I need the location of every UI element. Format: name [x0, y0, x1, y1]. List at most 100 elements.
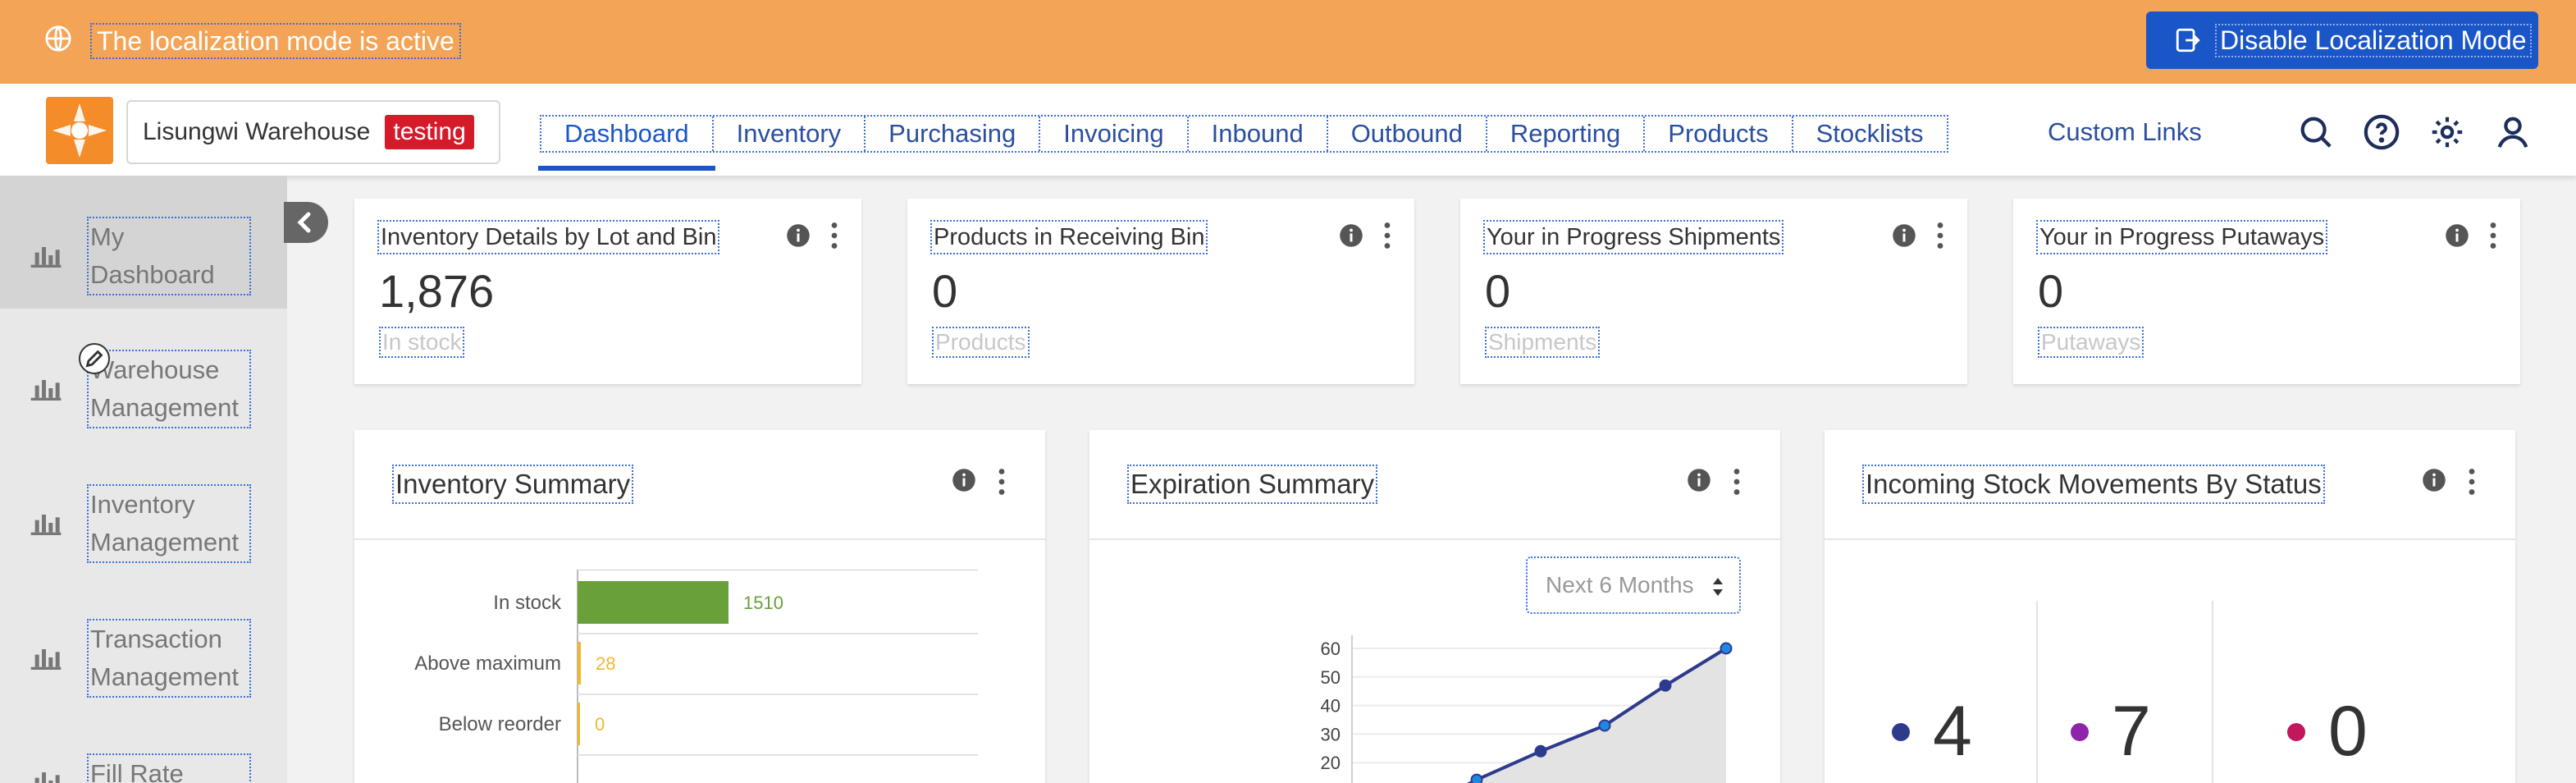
stat-card-shipments[interactable]: Your in Progress Shipments 0 Shipments — [1460, 199, 1967, 384]
kebab-menu-icon[interactable] — [1934, 222, 1946, 250]
tab-inventory[interactable]: Inventory — [714, 117, 866, 151]
bar-value-label: 0 — [595, 714, 605, 735]
status-dot — [2287, 722, 2305, 741]
info-icon[interactable] — [2445, 223, 2469, 248]
y-tick-label: 30 — [1321, 724, 1341, 744]
data-point — [1659, 679, 1672, 692]
kebab-menu-icon[interactable] — [2466, 468, 2478, 496]
kebab-menu-icon[interactable] — [1731, 468, 1742, 496]
bar-category-label: Above maximum — [414, 652, 561, 675]
status-count[interactable]: 4 — [1892, 691, 1972, 772]
stat-title: Your in Progress Putaways — [2036, 220, 2328, 254]
disable-localization-label: Disable Localization Mode — [2215, 23, 2532, 57]
kebab-menu-icon[interactable] — [1382, 222, 1393, 250]
tab-invoicing[interactable]: Invoicing — [1040, 117, 1189, 151]
stat-card-putaways[interactable]: Your in Progress Putaways 0 Putaways — [2013, 199, 2520, 384]
tab-stocklists[interactable]: Stocklists — [1793, 117, 1947, 151]
chevron-left-icon — [297, 212, 311, 233]
widget-divider — [354, 538, 1045, 540]
kebab-menu-icon[interactable] — [996, 468, 1007, 496]
status-count[interactable]: 7 — [2071, 691, 2151, 772]
sidebar-item-label: Warehouse Management — [87, 350, 251, 428]
inventory-summary-chart: In stock 1510 Above maximum 28 Below reorder… — [414, 570, 978, 783]
widget-title: Expiration Summary — [1127, 465, 1378, 504]
warehouse-name: Lisungwi Warehouse — [143, 118, 371, 145]
localization-banner: The localization mode is active Disable … — [0, 0, 2576, 84]
stat-title: Products in Receiving Bin — [930, 220, 1208, 254]
tab-outbound[interactable]: Outbound — [1328, 117, 1487, 151]
tab-dashboard[interactable]: Dashboard — [538, 117, 715, 171]
kebab-menu-icon[interactable] — [829, 222, 840, 250]
top-navigation: Lisungwi Warehouse testing Dashboard Inv… — [0, 84, 2576, 176]
stat-card-receiving-bin[interactable]: Products in Receiving Bin 0 Products — [907, 199, 1414, 384]
stat-value: 0 — [2038, 265, 2064, 317]
data-point — [1720, 642, 1733, 655]
sidebar-item-warehouse-management[interactable]: Warehouse Management — [0, 309, 287, 442]
column-divider — [2212, 601, 2213, 783]
tab-products[interactable]: Products — [1645, 117, 1793, 151]
widget-title: Inventory Summary — [392, 465, 634, 504]
settings-icon[interactable] — [2428, 113, 2466, 151]
sidebar-item-label: Fill Rate — [87, 753, 251, 783]
tab-reporting[interactable]: Reporting — [1487, 117, 1646, 151]
bar-chart-icon — [34, 772, 60, 783]
app-logo[interactable] — [46, 97, 113, 164]
info-icon[interactable] — [2422, 468, 2446, 492]
stat-card-inventory-details[interactable]: Inventory Details by Lot and Bin 1,876 I… — [354, 199, 861, 384]
bar-value-label: 1510 — [743, 593, 783, 613]
stat-subtitle: In stock — [379, 327, 465, 358]
bar-in-stock — [578, 581, 728, 624]
period-select[interactable]: Next 6 Months — [1526, 556, 1741, 614]
help-icon[interactable] — [2363, 113, 2400, 151]
column-divider — [2036, 601, 2038, 783]
stat-subtitle: Shipments — [1485, 327, 1601, 358]
edit-dashboard-button[interactable] — [79, 343, 110, 374]
bar-above-maximum — [578, 642, 581, 685]
sidebar-item-inventory-management[interactable]: Inventory Management — [0, 443, 287, 576]
period-select-value: Next 6 Months — [1546, 572, 1694, 598]
status-dot — [1892, 722, 1910, 741]
widget-title: Incoming Stock Movements By Status — [1862, 465, 2325, 504]
data-point — [1470, 773, 1483, 783]
info-icon[interactable] — [1892, 223, 1916, 248]
user-icon[interactable] — [2494, 113, 2532, 151]
info-icon[interactable] — [786, 223, 811, 248]
bar-chart-icon — [30, 247, 62, 268]
sidebar-item-fill-rate[interactable]: Fill Rate — [0, 712, 287, 783]
sidebar-item-transaction-management[interactable]: Transaction Management — [0, 578, 287, 711]
bar-chart-icon — [30, 649, 62, 670]
pencil-icon — [85, 350, 103, 368]
sidebar-item-my-dashboard[interactable]: My Dashboard — [0, 176, 287, 309]
tab-purchasing[interactable]: Purchasing — [866, 117, 1041, 151]
y-tick-label: 20 — [1321, 753, 1341, 773]
status-count-value: 7 — [2112, 692, 2151, 771]
stat-title: Your in Progress Shipments — [1483, 220, 1784, 254]
sort-arrows-icon — [1713, 578, 1723, 596]
localization-message: The localization mode is active — [90, 23, 461, 59]
tab-custom-links[interactable]: Custom Links — [2048, 115, 2202, 149]
info-icon[interactable] — [1339, 223, 1363, 248]
inventory-summary-widget: Inventory Summary In stock 1510 Above maxi… — [354, 430, 1045, 783]
y-tick-label: 40 — [1321, 696, 1341, 717]
kebab-menu-icon[interactable] — [2487, 222, 2499, 250]
info-icon[interactable] — [1687, 468, 1711, 492]
warehouse-selector[interactable]: Lisungwi Warehouse testing — [126, 100, 500, 164]
sidebar-collapse-button[interactable] — [284, 202, 328, 243]
bar-chart-icon — [30, 380, 62, 401]
stat-title: Inventory Details by Lot and Bin — [377, 220, 720, 254]
tab-inbound[interactable]: Inbound — [1189, 117, 1328, 151]
status-count[interactable]: 0 — [2287, 691, 2368, 772]
disable-localization-button[interactable]: Disable Localization Mode — [2146, 11, 2538, 69]
sidebar-item-label: My Dashboard — [87, 217, 251, 295]
bar-below-reorder — [578, 703, 580, 745]
globe-icon — [45, 25, 71, 52]
y-tick-label: 60 — [1321, 639, 1341, 659]
status-count-value: 0 — [2328, 692, 2368, 771]
status-dot — [2071, 722, 2089, 741]
stat-value: 0 — [932, 265, 958, 317]
bar-chart-icon — [30, 515, 62, 535]
info-icon[interactable] — [952, 468, 976, 492]
main-tabs: Dashboard Inventory Purchasing Invoicing… — [538, 115, 1948, 171]
search-icon[interactable] — [2297, 113, 2335, 151]
sidebar-item-label: Inventory Management — [87, 484, 251, 563]
